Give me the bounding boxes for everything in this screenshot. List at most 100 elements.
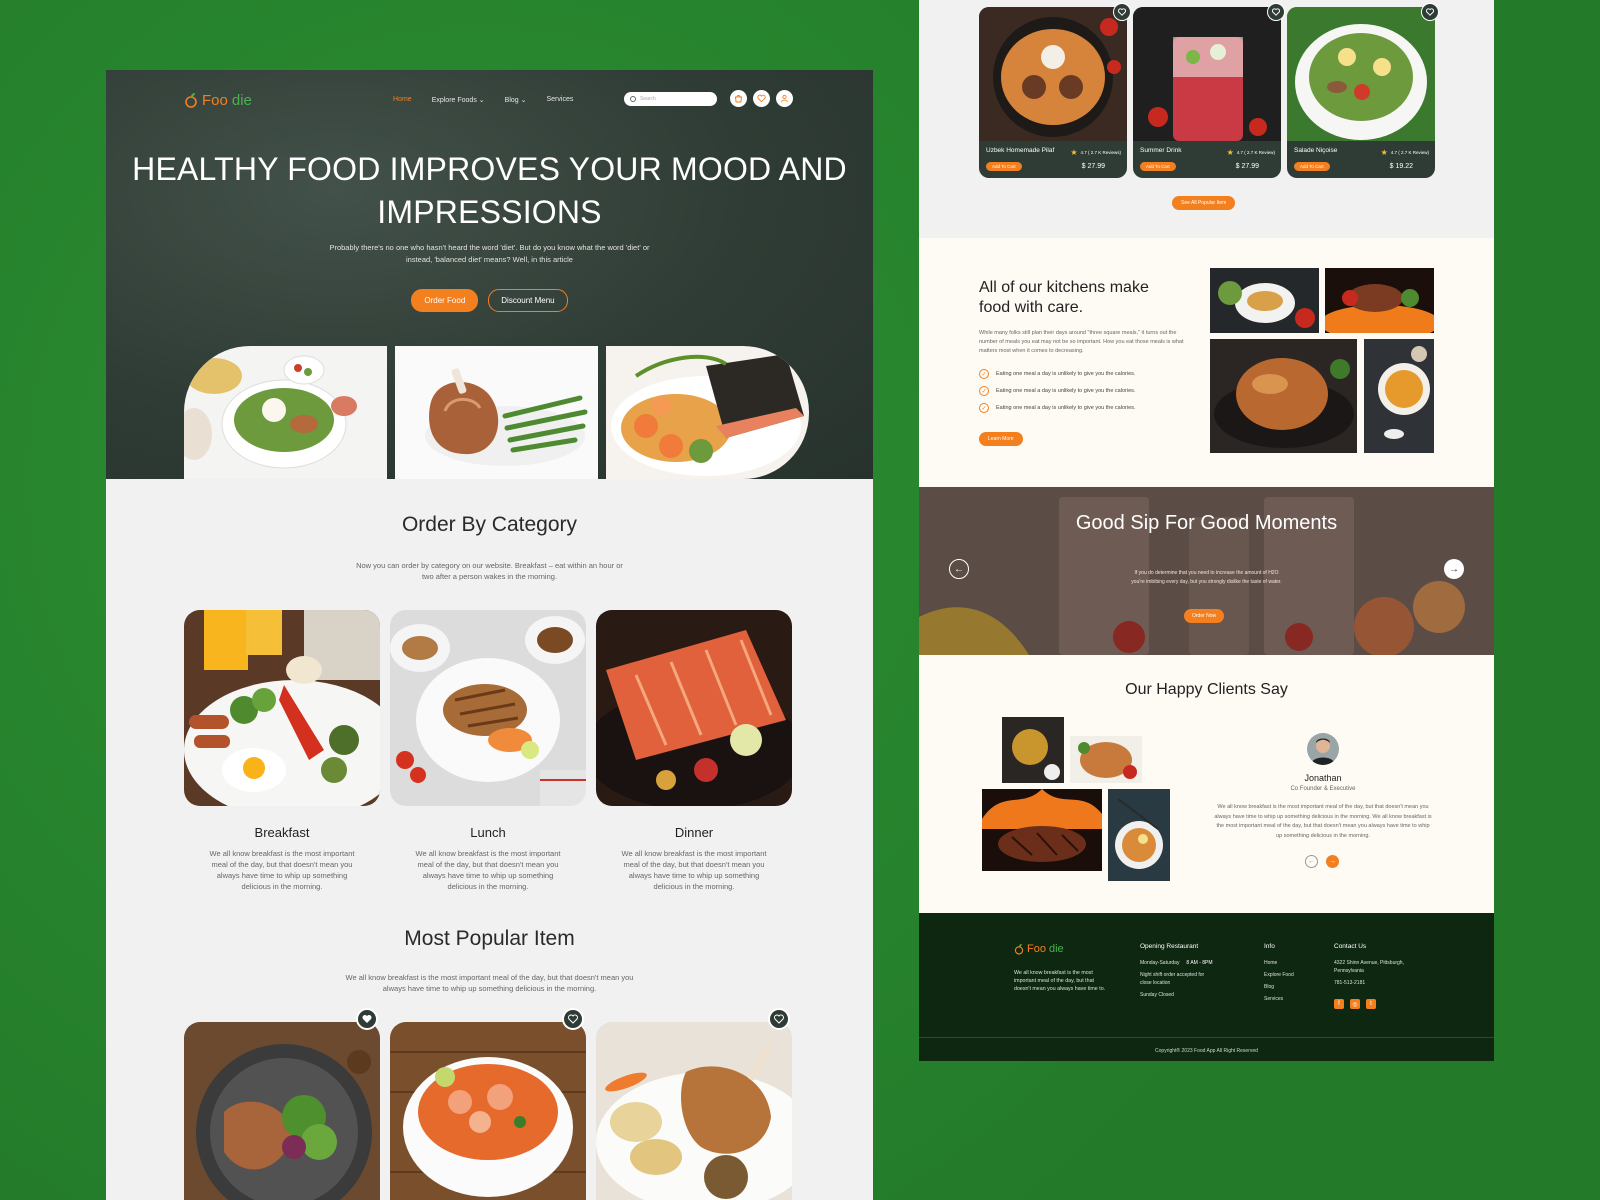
product-price: $ 27.99 xyxy=(1235,163,1259,170)
favorite-heart-icon[interactable] xyxy=(1421,3,1439,21)
curry-bowl-image xyxy=(390,1022,586,1200)
nav-icon-group xyxy=(730,90,793,107)
opening-hours-row: Monday-Saturday 8 AM - 8PM xyxy=(1140,959,1250,967)
category-subtitle: Now you can order by category on our web… xyxy=(356,561,623,581)
drinks-title: Good Sip For Good Moments xyxy=(1075,512,1338,534)
landing-page-bottom: Uzbek Homemade Pilaf ★ 4.7 ( 2.7 K Review… xyxy=(919,0,1494,1061)
footer-link-explore[interactable]: Explore Food xyxy=(1264,971,1294,979)
footer-link-services[interactable]: Services xyxy=(1264,995,1294,1003)
category-card-breakfast[interactable]: Breakfast We all know breakfast is the m… xyxy=(184,610,380,892)
drinks-text: If you do determine that you need to inc… xyxy=(1131,570,1282,585)
hero-subtitle: Probably there's no one who hasn't heard… xyxy=(329,243,650,264)
kitchen-image-soup xyxy=(1364,339,1434,453)
product-rating: ★ 4.7 ( 2.7 K Review) xyxy=(1381,148,1429,157)
learn-more-button[interactable]: Learn More xyxy=(979,432,1023,446)
hero-title: HEALTHY FOOD IMPROVES YOUR MOOD AND IMPR… xyxy=(132,151,847,230)
category-name: Breakfast xyxy=(254,825,310,840)
drinks-banner: Good Sip For Good Moments If you do dete… xyxy=(919,487,1494,655)
product-rating: ★ 4.7 ( 2.7 K Review) xyxy=(1227,148,1275,157)
client-image-pasta xyxy=(1070,736,1142,783)
search-input[interactable]: Search xyxy=(624,92,717,106)
add-to-cart-button[interactable]: Add To Cart xyxy=(1140,162,1176,171)
night-shift-text: Night shift order accepted for close loc… xyxy=(1140,972,1205,986)
category-title: Order By Category xyxy=(401,513,578,536)
chevron-down-icon: ⌄ xyxy=(478,97,485,104)
roast-chicken-image xyxy=(596,1022,792,1200)
logo-text-1: Foo xyxy=(1027,943,1046,955)
see-all-popular-button[interactable]: See All Popular Item xyxy=(1172,196,1236,210)
instagram-icon[interactable]: ◎ xyxy=(1350,999,1360,1009)
kitchen-point: ✓ Eating one meal a day is unlikely to gi… xyxy=(979,386,1135,396)
pilaf-image xyxy=(979,7,1127,141)
dinner-image xyxy=(596,610,792,806)
facebook-icon[interactable]: f xyxy=(1334,999,1344,1009)
client-image-ramen xyxy=(1108,789,1170,881)
favorite-heart-icon[interactable] xyxy=(1113,3,1131,21)
add-to-cart-button[interactable]: Add To Cart xyxy=(986,162,1022,171)
favorite-heart-icon[interactable] xyxy=(356,1008,378,1030)
cart-icon[interactable] xyxy=(730,90,747,107)
testimonials-section: Our Happy Clients Say Jonathan Co Founde… xyxy=(919,655,1494,913)
category-name: Dinner xyxy=(674,825,714,840)
contact-phone: 781-513-2181 xyxy=(1334,980,1366,986)
kitchen-title: All of our kitchens make food with care. xyxy=(979,279,1149,316)
footer-heading: Contact Us xyxy=(1334,943,1367,950)
popular-card[interactable] xyxy=(596,1022,792,1200)
popular-row xyxy=(184,1022,792,1200)
product-price: $ 27.99 xyxy=(1081,163,1105,170)
popular-card[interactable] xyxy=(390,1022,586,1200)
footer-info-column: Info Home Explore Food Blog Services xyxy=(1264,943,1294,1007)
footer-logo[interactable]: Foo die xyxy=(1014,943,1064,955)
order-now-button[interactable]: Order Now xyxy=(1184,609,1225,623)
discount-menu-button[interactable]: Discount Menu xyxy=(488,289,568,312)
copyright-text: Copyright® 2023 Food App All Right Reser… xyxy=(1155,1048,1258,1054)
twitter-icon[interactable]: t xyxy=(1366,999,1376,1009)
logo-text-2: die xyxy=(231,91,252,109)
kitchen-image-plates xyxy=(1210,268,1319,333)
category-row: Breakfast We all know breakfast is the m… xyxy=(184,610,792,892)
nav-services[interactable]: Services xyxy=(547,96,574,104)
favorite-heart-icon[interactable] xyxy=(768,1008,790,1030)
contact-address: 4322 Shinn Avenue, Pittsburgh, Pennsylva… xyxy=(1334,960,1404,974)
chevron-down-icon: ⌄ xyxy=(520,97,527,104)
hero-image-steak xyxy=(395,346,598,479)
category-card-dinner[interactable]: Dinner We all know breakfast is the most… xyxy=(596,610,792,892)
check-circle-icon: ✓ xyxy=(979,403,989,413)
star-icon: ★ xyxy=(1226,148,1234,157)
client-name: Jonathan xyxy=(1304,773,1342,783)
client-image-steak-fire xyxy=(982,789,1102,871)
nav-explore-foods[interactable]: Explore Foods ⌄ xyxy=(432,96,485,104)
heart-icon[interactable] xyxy=(753,90,770,107)
arrow-right-icon[interactable]: → xyxy=(1444,559,1464,579)
nav-blog[interactable]: Blog ⌄ xyxy=(505,96,527,104)
arrow-left-icon[interactable]: ← xyxy=(949,559,969,579)
star-icon: ★ xyxy=(1380,148,1388,157)
favorite-heart-icon[interactable] xyxy=(562,1008,584,1030)
popular-items-section: Uzbek Homemade Pilaf ★ 4.7 ( 2.7 K Review… xyxy=(919,0,1494,238)
footer-description: We all know breakfast is the most import… xyxy=(1014,970,1106,992)
footer-contact-column: Contact Us 4322 Shinn Avenue, Pittsburgh… xyxy=(1334,943,1409,991)
footer-link-home[interactable]: Home xyxy=(1264,959,1294,967)
product-card[interactable]: Summer Drink ★ 4.7 ( 2.7 K Review) Add To… xyxy=(1133,7,1281,178)
steak-salad-image xyxy=(184,1022,380,1200)
favorite-heart-icon[interactable] xyxy=(1267,3,1285,21)
order-food-button[interactable]: Order Food xyxy=(411,289,479,312)
user-icon[interactable] xyxy=(776,90,793,107)
kitchen-point-text: Eating one meal a day is unlikely to giv… xyxy=(996,371,1136,377)
kitchen-text: While many folks still plan their days a… xyxy=(979,330,1184,354)
footer-link-blog[interactable]: Blog xyxy=(1264,983,1294,991)
nav-home[interactable]: Home xyxy=(393,96,412,104)
product-card[interactable]: Uzbek Homemade Pilaf ★ 4.7 ( 2.7 K Review… xyxy=(979,7,1127,178)
salade-nicoise-image xyxy=(1287,7,1435,141)
logo[interactable]: Foo die xyxy=(184,92,252,109)
arrow-right-icon[interactable]: → xyxy=(1326,855,1339,868)
arrow-left-icon[interactable]: ← xyxy=(1305,855,1318,868)
product-card[interactable]: Salade Niçoise ★ 4.7 ( 2.7 K Review) Add … xyxy=(1287,7,1435,178)
product-name: Summer Drink xyxy=(1140,147,1182,154)
category-desc: We all know breakfast is the most import… xyxy=(621,849,767,891)
category-card-lunch[interactable]: Lunch We all know breakfast is the most … xyxy=(390,610,586,892)
popular-card[interactable] xyxy=(184,1022,380,1200)
hero-images xyxy=(184,346,809,479)
add-to-cart-button[interactable]: Add To Cart xyxy=(1294,162,1330,171)
kitchen-point: ✓ Eating one meal a day is unlikely to gi… xyxy=(979,403,1135,413)
